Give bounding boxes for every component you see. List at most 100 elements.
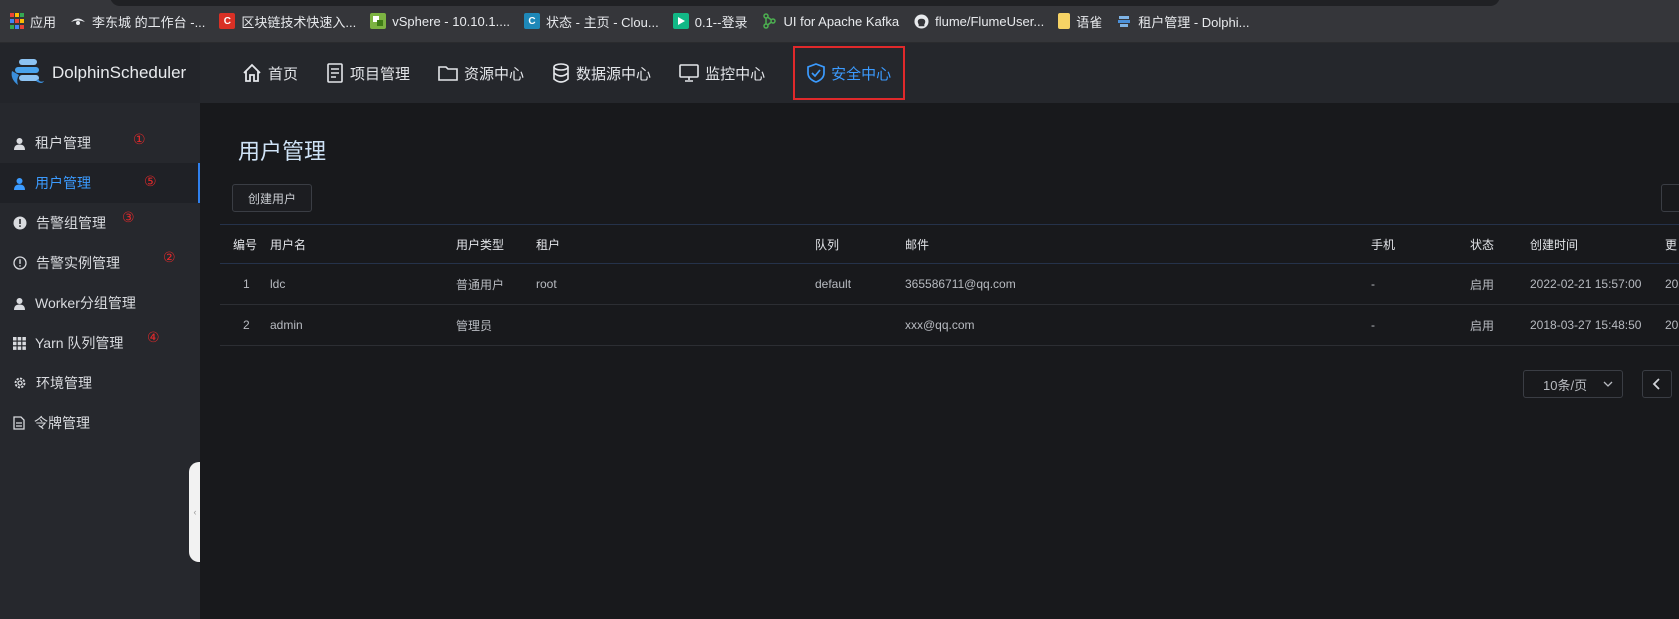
chevron-down-icon	[1603, 381, 1613, 387]
nav-security[interactable]: 安全中心	[793, 46, 906, 100]
sidebar-item-label: 告警组管理	[36, 215, 106, 231]
bookmark-item[interactable]: 李东城 的工作台 -...	[70, 12, 205, 31]
grid-icon	[13, 336, 26, 350]
page-title: 用户管理	[238, 139, 327, 164]
main-content: 用户管理 创建用户 编号 用户名 用户类型 租户 队列 邮件 手机 状态 创建时…	[200, 103, 1679, 619]
nav-resources[interactable]: 资源中心	[438, 43, 524, 103]
cell-status: 启用	[1470, 318, 1495, 333]
bookmark-item[interactable]: C 区块链技术快速入...	[219, 12, 356, 31]
sidebar-item-label: 环境管理	[36, 375, 92, 391]
table-header: 编号 用户名 用户类型 租户 队列 邮件 手机 状态 创建时间 更	[220, 224, 1679, 264]
cell-queue: default	[815, 277, 852, 291]
vsphere-icon	[370, 13, 387, 29]
sidebar-item-tenant[interactable]: 租户管理 ①	[0, 123, 200, 163]
annotation-mark: ③	[122, 209, 135, 225]
nav-datasource[interactable]: 数据源中心	[552, 43, 651, 103]
sidebar-item-alert-instance[interactable]: 告警实例管理 ②	[0, 243, 200, 283]
search-button[interactable]	[1661, 184, 1679, 212]
user-icon	[14, 297, 25, 310]
bookmark-label: 语雀	[1076, 14, 1103, 30]
cell-user-type: 普通用户	[456, 277, 505, 292]
nav-label: 监控中心	[705, 65, 766, 83]
sidebar-item-label: Yarn 队列管理	[35, 335, 124, 351]
nav-label: 资源中心	[464, 65, 525, 83]
cell-user-type: 管理员	[456, 318, 493, 333]
nav-label: 数据源中心	[576, 65, 652, 83]
cell-phone: -	[1371, 318, 1375, 332]
bookmark-label: UI for Apache Kafka	[783, 13, 900, 29]
users-table: 编号 用户名 用户类型 租户 队列 邮件 手机 状态 创建时间 更 1 ldc …	[220, 224, 1679, 346]
column-header: 手机	[1371, 237, 1396, 252]
alert-outline-icon	[13, 256, 27, 270]
sidebar-item-label: 租户管理	[35, 135, 91, 151]
nav-home[interactable]: 首页	[242, 43, 298, 103]
sidebar-item-label: Worker分组管理	[35, 295, 136, 311]
column-header: 编号	[233, 237, 258, 252]
bookmark-item[interactable]: 租户管理 - Dolphi...	[1116, 12, 1249, 31]
page-size-value: 10条/页	[1543, 377, 1588, 393]
column-header: 更	[1665, 237, 1678, 252]
chevron-left-icon: ‹	[193, 507, 197, 517]
column-header: 用户类型	[456, 237, 505, 252]
table-row[interactable]: 2 admin 管理员 xxx@qq.com - 启用 2018-03-27 1…	[220, 305, 1679, 346]
sidebar-item-label: 用户管理	[35, 175, 91, 191]
sidebar-item-users[interactable]: 用户管理 ⑤	[0, 163, 200, 203]
column-header: 创建时间	[1530, 237, 1579, 252]
yuque-icon	[1058, 13, 1071, 29]
monitor-icon	[679, 64, 699, 82]
play-green-icon	[672, 13, 689, 29]
user-icon	[14, 137, 25, 150]
c-red-icon: C	[219, 13, 236, 29]
column-header: 邮件	[905, 237, 930, 252]
chevron-left-icon	[1652, 378, 1660, 390]
bookmark-apps[interactable]: 应用	[10, 12, 56, 31]
user-icon	[14, 177, 25, 190]
column-header: 租户	[536, 237, 561, 252]
token-icon	[13, 416, 25, 430]
top-header: DolphinScheduler 首页 项目管理 资源中心 数据源中心 监控中心…	[0, 43, 1679, 103]
cell-email: 365586711@qq.com	[905, 277, 1016, 291]
kafka-icon	[761, 13, 777, 29]
sidebar-item-token[interactable]: 令牌管理	[0, 403, 200, 443]
nav-monitor[interactable]: 监控中心	[679, 43, 765, 103]
dolphin-logo-icon	[10, 55, 46, 91]
bookmark-item[interactable]: flume/FlumeUser...	[913, 13, 1044, 29]
create-user-button[interactable]: 创建用户	[232, 184, 313, 212]
sidebar-item-yarn-queue[interactable]: Yarn 队列管理 ④	[0, 323, 200, 363]
sidebar-item-label: 告警实例管理	[36, 255, 120, 271]
home-icon	[243, 63, 261, 82]
column-header: 用户名	[270, 237, 307, 252]
dolphin-icon	[1116, 13, 1132, 29]
app-logo[interactable]: DolphinScheduler	[0, 43, 200, 103]
cell-username: admin	[270, 318, 303, 332]
prev-page-button[interactable]	[1642, 370, 1672, 398]
bookmark-label: vSphere - 10.10.1....	[392, 13, 511, 29]
table-row[interactable]: 1 ldc 普通用户 root default 365586711@qq.com…	[220, 264, 1679, 305]
database-icon	[553, 63, 569, 83]
sidebar-item-worker-group[interactable]: Worker分组管理	[0, 283, 200, 323]
bookmark-item[interactable]: UI for Apache Kafka	[761, 13, 899, 29]
app-name: DolphinScheduler	[52, 63, 187, 82]
sidebar-item-environment[interactable]: 环境管理	[0, 363, 200, 403]
bookmark-item[interactable]: C 状态 - 主页 - Clou...	[524, 12, 659, 31]
cell-username: ldc	[270, 277, 286, 291]
cell-phone: -	[1371, 277, 1375, 291]
bookmark-label: 区块链技术快速入...	[241, 14, 357, 30]
bookmark-item[interactable]: 0.1--登录	[672, 12, 747, 31]
sidebar-item-alert-group[interactable]: 告警组管理 ③	[0, 203, 200, 243]
bookmark-label: 李东城 的工作台 -...	[92, 14, 206, 30]
sidebar: 租户管理 ① 用户管理 ⑤ 告警组管理 ③ 告警实例管理 ② Worker分组管…	[0, 103, 200, 619]
nav-projects[interactable]: 项目管理	[326, 43, 410, 103]
gear-icon	[14, 377, 26, 389]
nav-label: 项目管理	[350, 65, 411, 83]
bookmark-item[interactable]: vSphere - 10.10.1....	[370, 13, 510, 29]
bookmark-label: 租户管理 - Dolphi...	[1138, 14, 1250, 30]
cell-create-time: 2018-03-27 15:48:50	[1530, 318, 1642, 332]
page-size-select[interactable]: 10条/页	[1523, 370, 1623, 398]
bookmark-item[interactable]: 语雀	[1058, 12, 1102, 31]
column-header: 状态	[1470, 237, 1495, 252]
cell-status: 启用	[1470, 277, 1495, 292]
sidebar-item-label: 令牌管理	[34, 415, 90, 431]
bookmark-label: flume/FlumeUser...	[935, 13, 1045, 29]
column-header: 队列	[815, 237, 840, 252]
